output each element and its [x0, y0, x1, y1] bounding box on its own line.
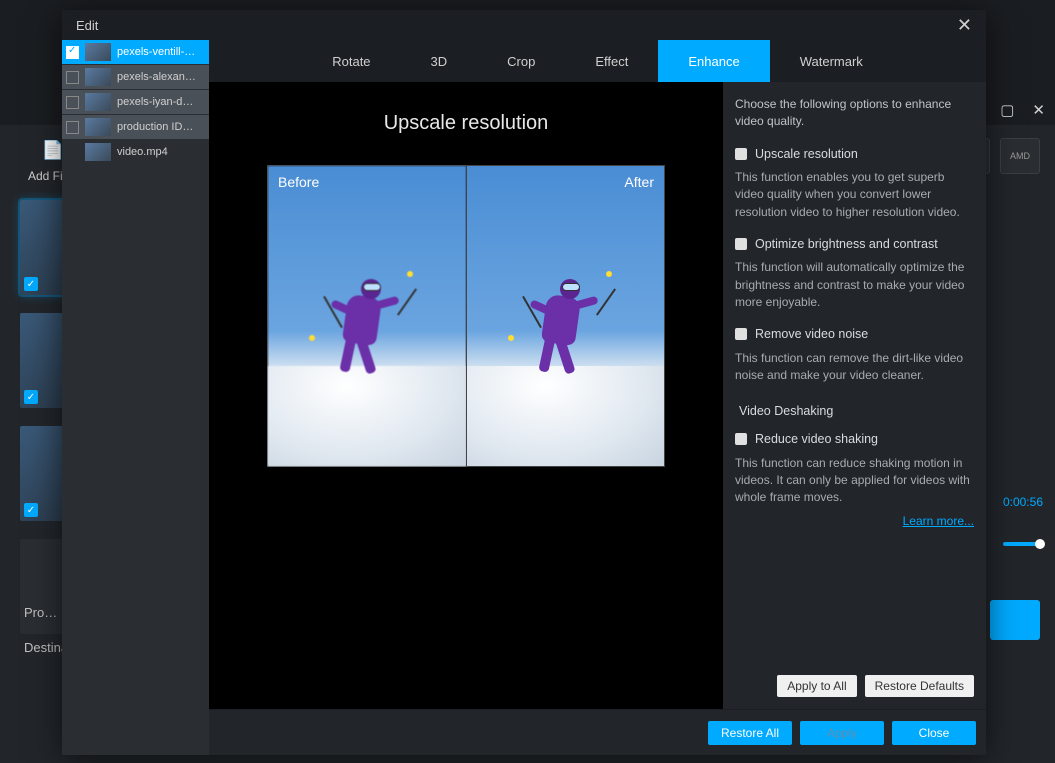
file-item-0[interactable]: pexels-ventill-…	[62, 40, 209, 64]
options-panel: Choose the following options to enhance …	[723, 82, 986, 709]
file-name: pexels-ventill-…	[117, 46, 195, 58]
tab-effect[interactable]: Effect	[565, 40, 658, 82]
amd-label: AMD	[1010, 151, 1030, 161]
file-name: production ID…	[117, 121, 193, 133]
apply-to-all-button[interactable]: Apply to All	[777, 675, 856, 697]
tab-watermark[interactable]: Watermark	[770, 40, 893, 82]
upscale-checkbox[interactable]	[735, 148, 747, 160]
check-icon: ✓	[24, 390, 38, 404]
optimize-desc: This function will automatically optimiz…	[735, 259, 974, 311]
tab-enhance[interactable]: Enhance	[658, 40, 769, 82]
optimize-label: Optimize brightness and contrast	[755, 235, 938, 253]
close-button[interactable]: Close	[892, 721, 976, 745]
file-checkbox[interactable]	[66, 121, 79, 134]
main-column: Rotate 3D Crop Effect Enhance Watermark …	[209, 40, 986, 755]
deshake-row: Reduce video shaking	[735, 430, 974, 448]
after-label: After	[624, 174, 654, 190]
deshake-desc: This function can reduce shaking motion …	[735, 455, 974, 507]
bg-maximize-icon[interactable]: ▢	[1000, 101, 1014, 119]
bg-slider[interactable]	[1003, 542, 1043, 546]
bg-close-icon[interactable]: ✕	[1032, 101, 1045, 119]
restore-all-button[interactable]: Restore All	[708, 721, 792, 745]
file-item-1[interactable]: pexels-alexan…	[62, 65, 209, 89]
bg-convert-button[interactable]	[990, 600, 1040, 640]
file-name: pexels-iyan-d…	[117, 96, 193, 108]
check-icon: ✓	[24, 277, 38, 291]
file-item-3[interactable]: production ID…	[62, 115, 209, 139]
file-name: pexels-alexan…	[117, 71, 196, 83]
preview-after: After	[466, 166, 664, 466]
panel-buttons: Apply to All Restore Defaults	[735, 675, 974, 697]
tab-3d[interactable]: 3D	[401, 40, 478, 82]
tab-rotate[interactable]: Rotate	[302, 40, 400, 82]
bg-timestamp: 0:00:56	[1003, 495, 1043, 509]
noise-row: Remove video noise	[735, 325, 974, 343]
restore-defaults-button[interactable]: Restore Defaults	[865, 675, 974, 697]
modal-footer: Restore All Apply Close	[209, 709, 986, 755]
upscale-row: Upscale resolution	[735, 145, 974, 163]
learn-more-link[interactable]: Learn more...	[735, 513, 974, 530]
amd-button[interactable]: AMD	[1000, 138, 1040, 174]
preview-title: Upscale resolution	[384, 112, 549, 135]
tab-crop[interactable]: Crop	[477, 40, 565, 82]
file-checkbox[interactable]	[66, 46, 79, 59]
file-thumb	[85, 118, 111, 136]
close-icon[interactable]: ✕	[957, 15, 972, 36]
modal-titlebar: Edit ✕	[62, 10, 986, 40]
file-item-4[interactable]: video.mp4	[62, 140, 209, 164]
deshake-section-title: Video Deshaking	[739, 402, 974, 420]
check-icon: ✓	[24, 503, 38, 517]
preview-before: Before	[268, 166, 466, 466]
preview-pane: Upscale resolution Before	[209, 82, 723, 709]
upscale-label: Upscale resolution	[755, 145, 858, 163]
tabs: Rotate 3D Crop Effect Enhance Watermark	[209, 40, 986, 82]
modal-title: Edit	[76, 18, 98, 33]
file-thumb	[85, 43, 111, 61]
file-name: video.mp4	[117, 146, 168, 158]
upscale-desc: This function enables you to get superb …	[735, 169, 974, 221]
preview-box: Before After	[267, 165, 665, 467]
deshake-label: Reduce video shaking	[755, 430, 878, 448]
noise-desc: This function can remove the dirt-like v…	[735, 350, 974, 385]
skier-icon	[516, 271, 616, 401]
optimize-checkbox[interactable]	[735, 238, 747, 250]
file-thumb	[85, 143, 111, 161]
skier-icon	[317, 271, 417, 401]
file-thumb	[85, 68, 111, 86]
file-checkbox[interactable]	[66, 96, 79, 109]
file-item-2[interactable]: pexels-iyan-d…	[62, 90, 209, 114]
options-intro: Choose the following options to enhance …	[735, 96, 974, 131]
bg-profile-label: Pro…	[24, 605, 57, 620]
apply-button[interactable]: Apply	[800, 721, 884, 745]
noise-label: Remove video noise	[755, 325, 868, 343]
file-thumb	[85, 93, 111, 111]
edit-modal: Edit ✕ pexels-ventill-… pexels-alexan… p…	[62, 10, 986, 755]
before-label: Before	[278, 174, 319, 190]
file-checkbox[interactable]	[66, 71, 79, 84]
optimize-row: Optimize brightness and contrast	[735, 235, 974, 253]
file-list: pexels-ventill-… pexels-alexan… pexels-i…	[62, 40, 209, 755]
noise-checkbox[interactable]	[735, 328, 747, 340]
deshake-checkbox[interactable]	[735, 433, 747, 445]
